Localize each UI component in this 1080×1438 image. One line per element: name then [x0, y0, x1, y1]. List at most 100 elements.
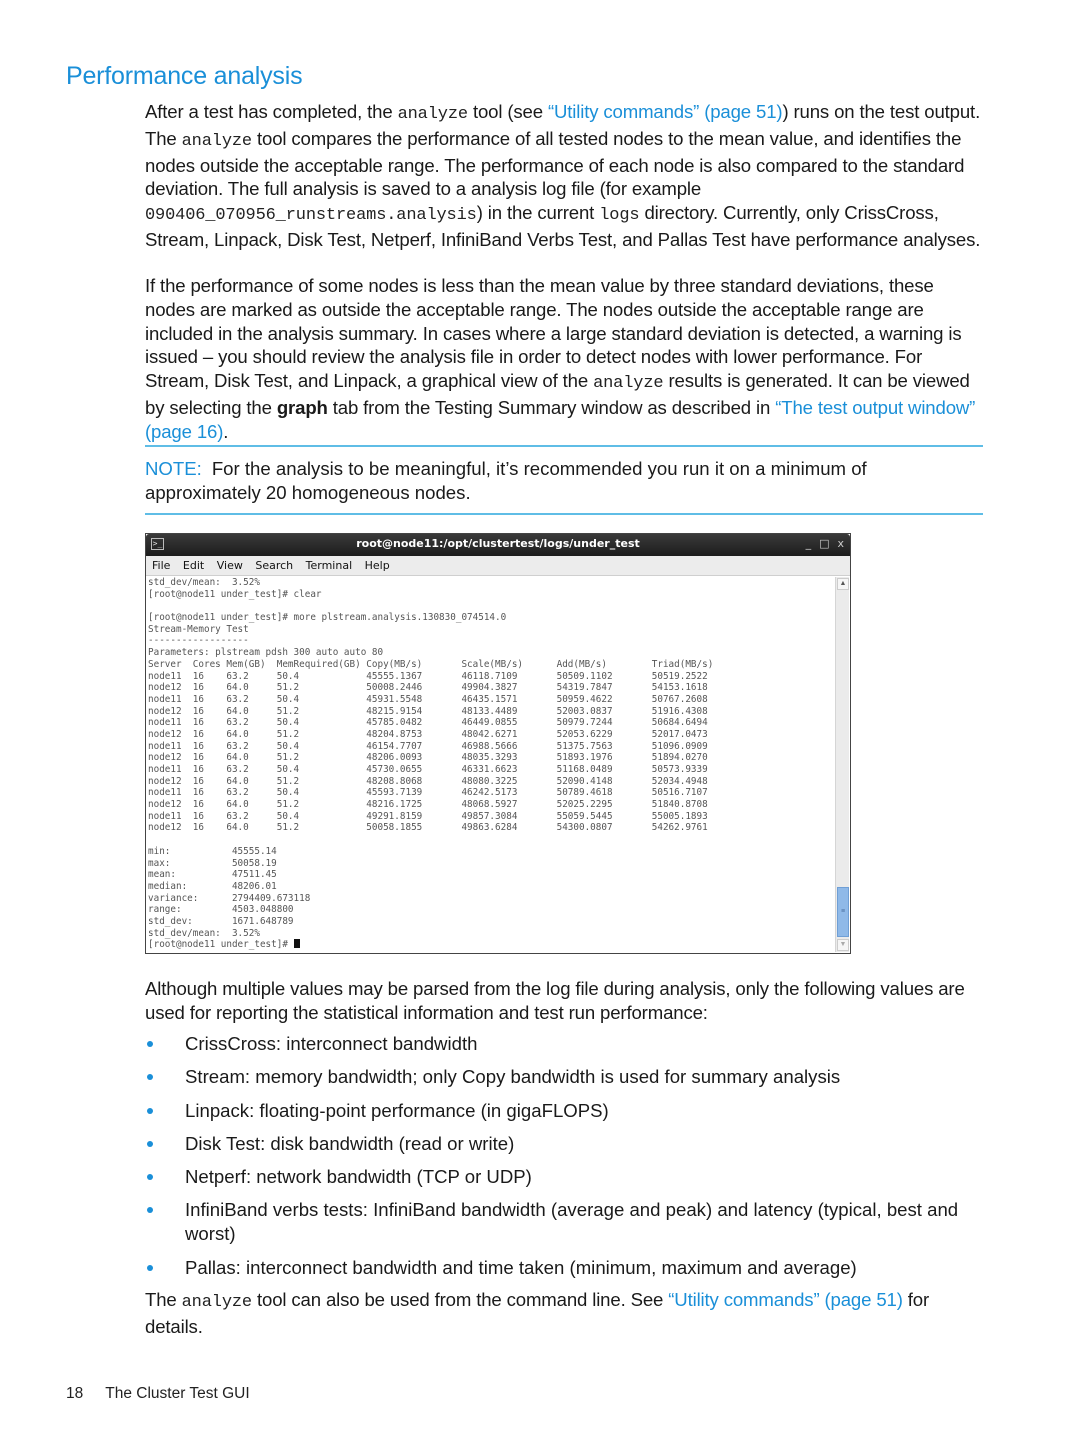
list-item: Pallas: interconnect bandwidth and time …: [145, 1256, 983, 1280]
terminal-window: >_ root@node11:/opt/clustertest/logs/und…: [145, 533, 851, 954]
list-item: InfiniBand verbs tests: InfiniBand bandw…: [145, 1198, 983, 1246]
terminal-scrollbar[interactable]: ▲ ≡ ▼: [835, 577, 849, 952]
utility-commands-link[interactable]: “Utility commands” (page 51): [668, 1289, 903, 1310]
note-label: NOTE:: [145, 458, 202, 479]
text: The: [145, 1289, 182, 1310]
cursor: [293, 939, 300, 949]
utility-commands-link[interactable]: “Utility commands” (page 51): [548, 101, 783, 122]
terminal-stat-line: median: 48206.01: [148, 880, 277, 892]
page-footer: 18 The Cluster Test GUI: [66, 1385, 250, 1403]
text: After a test has completed, the: [145, 101, 398, 122]
text: tool compares the performance of all tes…: [145, 127, 965, 200]
scroll-down-arrow-icon[interactable]: ▼: [837, 939, 849, 951]
terminal-prompt: [root@node11 under_test]#: [148, 939, 835, 951]
bullet-icon: [147, 1264, 153, 1271]
terminal-output[interactable]: std_dev/mean: 3.52% [root@node11 under_te…: [147, 577, 835, 952]
list-item-text: InfiniBand verbs tests: InfiniBand bandw…: [185, 1199, 959, 1245]
code-analysis-filename: 090406_070956_runstreams.analysis: [145, 206, 477, 226]
minimize-button[interactable]: _: [806, 537, 812, 550]
terminal-stat-line: range: 4503.048800: [148, 904, 294, 916]
terminal-table-row: node12 16 64.0 51.2 50008.2446 49904.382…: [148, 682, 719, 694]
terminal-line: Parameters: plstream pdsh 300 auto auto …: [148, 647, 384, 659]
terminal-table-row: node11 16 63.2 50.4 45730.0655 46331.662…: [148, 764, 719, 775]
text: tab from the Testing Summary window as d…: [327, 396, 776, 418]
text: .: [223, 420, 229, 442]
terminal-stat-line: min: 45555.14: [148, 845, 277, 857]
bullet-icon: [147, 1107, 153, 1114]
terminal-table-row: node11 16 63.2 50.4 45593.7139 46242.517…: [148, 787, 719, 799]
terminal-titlebar: >_ root@node11:/opt/clustertest/logs/und…: [146, 534, 850, 556]
note-text: For the analysis to be meaningful, it’s …: [145, 458, 867, 503]
chapter-title: The Cluster Test GUI: [105, 1385, 250, 1402]
bullet-icon: [147, 1074, 153, 1081]
close-button[interactable]: x: [837, 537, 844, 550]
terminal-table-row: node12 16 64.0 51.2 48204.8753 48042.627…: [148, 728, 719, 740]
list-item: Stream: memory bandwidth; only Copy band…: [145, 1065, 983, 1089]
graph-tab-term: graph: [276, 396, 328, 418]
code-analyze: analyze: [593, 374, 664, 394]
terminal-title: root@node11:/opt/clustertest/logs/under_…: [356, 537, 640, 550]
list-item-text: CrissCross: interconnect bandwidth: [185, 1033, 478, 1054]
menu-help[interactable]: Help: [365, 559, 390, 572]
terminal-table-row: node11 16 63.2 50.4 45931.5548 46435.157…: [148, 693, 719, 705]
metrics-list: CrissCross: interconnect bandwidth Stream…: [145, 1032, 983, 1289]
terminal-stat-line: variance: 2794409.673118: [148, 892, 311, 904]
text: tool can also be used from the command l…: [251, 1289, 669, 1310]
intro-paragraph: After a test has completed, the analyze …: [145, 100, 983, 252]
bullet-icon: [147, 1140, 153, 1147]
maximize-button[interactable]: □: [819, 537, 829, 550]
list-item: Netperf: network bandwidth (TCP or UDP): [145, 1165, 983, 1189]
menu-file[interactable]: File: [152, 559, 170, 572]
terminal-line: [root@node11 under_test]# more plstream.…: [148, 612, 507, 624]
text: ) in the current: [476, 202, 600, 224]
menu-terminal[interactable]: Terminal: [306, 559, 353, 572]
list-item: Disk Test: disk bandwidth (read or write…: [145, 1132, 983, 1156]
terminal-table-row: node12 16 64.0 51.2 48208.8068 48080.322…: [148, 775, 719, 787]
values-paragraph: Although multiple values may be parsed f…: [145, 978, 965, 1023]
menu-view[interactable]: View: [217, 559, 243, 572]
terminal-table-row: node11 16 63.2 50.4 49291.8159 49857.308…: [148, 810, 719, 822]
section-title: Performance analysis: [66, 62, 303, 90]
list-item-text: Disk Test: disk bandwidth (read or write…: [185, 1132, 515, 1154]
list-item-text: Stream: memory bandwidth; only Copy band…: [185, 1066, 841, 1088]
terminal-table-row: node12 16 64.0 51.2 48216.1725 48068.592…: [148, 799, 719, 811]
list-item-text: Linpack: floating-point performance (in …: [185, 1099, 609, 1121]
list-item-text: Netperf: network bandwidth (TCP or UDP): [185, 1166, 532, 1188]
terminal-table-header: Server Cores Mem(GB) MemRequired(GB) Cop…: [148, 658, 719, 670]
menu-search[interactable]: Search: [255, 559, 293, 572]
command-line-paragraph: The analyze tool can also be used from t…: [145, 1288, 983, 1339]
list-item: Linpack: floating-point performance (in …: [145, 1099, 983, 1123]
terminal-menubar: File Edit View Search Terminal Help: [146, 556, 850, 576]
terminal-stat-line: max: 50058.19: [148, 857, 277, 869]
bullet-icon: [147, 1207, 153, 1214]
terminal-line: Stream-Memory Test: [148, 623, 249, 635]
terminal-table-row: node11 16 63.2 50.4 46154.7707 46988.566…: [148, 740, 719, 752]
terminal-stat-line: mean: 47511.45: [148, 869, 277, 881]
menu-edit[interactable]: Edit: [183, 559, 204, 572]
terminal-line: ------------------: [148, 635, 249, 647]
list-item: CrissCross: interconnect bandwidth: [145, 1032, 983, 1056]
code-analyze: analyze: [181, 131, 253, 151]
code-analyze: analyze: [181, 1293, 253, 1312]
list-item-text: Pallas: interconnect bandwidth and time …: [185, 1256, 857, 1278]
code-logs: logs: [599, 206, 640, 226]
page-number: 18: [66, 1385, 84, 1402]
note-box: NOTE: For the analysis to be meaningful, …: [145, 445, 983, 515]
bullet-icon: [147, 1174, 153, 1181]
code-analyze: analyze: [397, 105, 469, 124]
acceptable-range-paragraph: If the performance of some nodes is less…: [145, 274, 983, 444]
scroll-up-arrow-icon[interactable]: ▲: [837, 578, 849, 590]
terminal-line: [root@node11 under_test]# clear: [148, 588, 322, 600]
terminal-table-row: node11 16 63.2 50.4 45555.1367 46118.710…: [148, 670, 719, 682]
text: tool (see: [467, 101, 548, 122]
terminal-table-row: node12 16 64.0 51.2 48215.9154 48133.448…: [148, 705, 719, 717]
terminal-stat-line: std_dev/mean: 3.52%: [148, 927, 260, 939]
terminal-table-row: node12 16 64.0 51.2 50058.1855 49863.628…: [148, 822, 719, 834]
terminal-table-row: node11 16 63.2 50.4 45785.0482 46449.085…: [148, 717, 719, 729]
terminal-line: std_dev/mean: 3.52%: [148, 577, 260, 588]
scrollbar-thumb[interactable]: ≡: [837, 887, 849, 937]
terminal-stat-line: std_dev: 1671.648789: [148, 915, 294, 927]
terminal-table-row: node12 16 64.0 51.2 48206.0093 48035.329…: [148, 752, 719, 764]
